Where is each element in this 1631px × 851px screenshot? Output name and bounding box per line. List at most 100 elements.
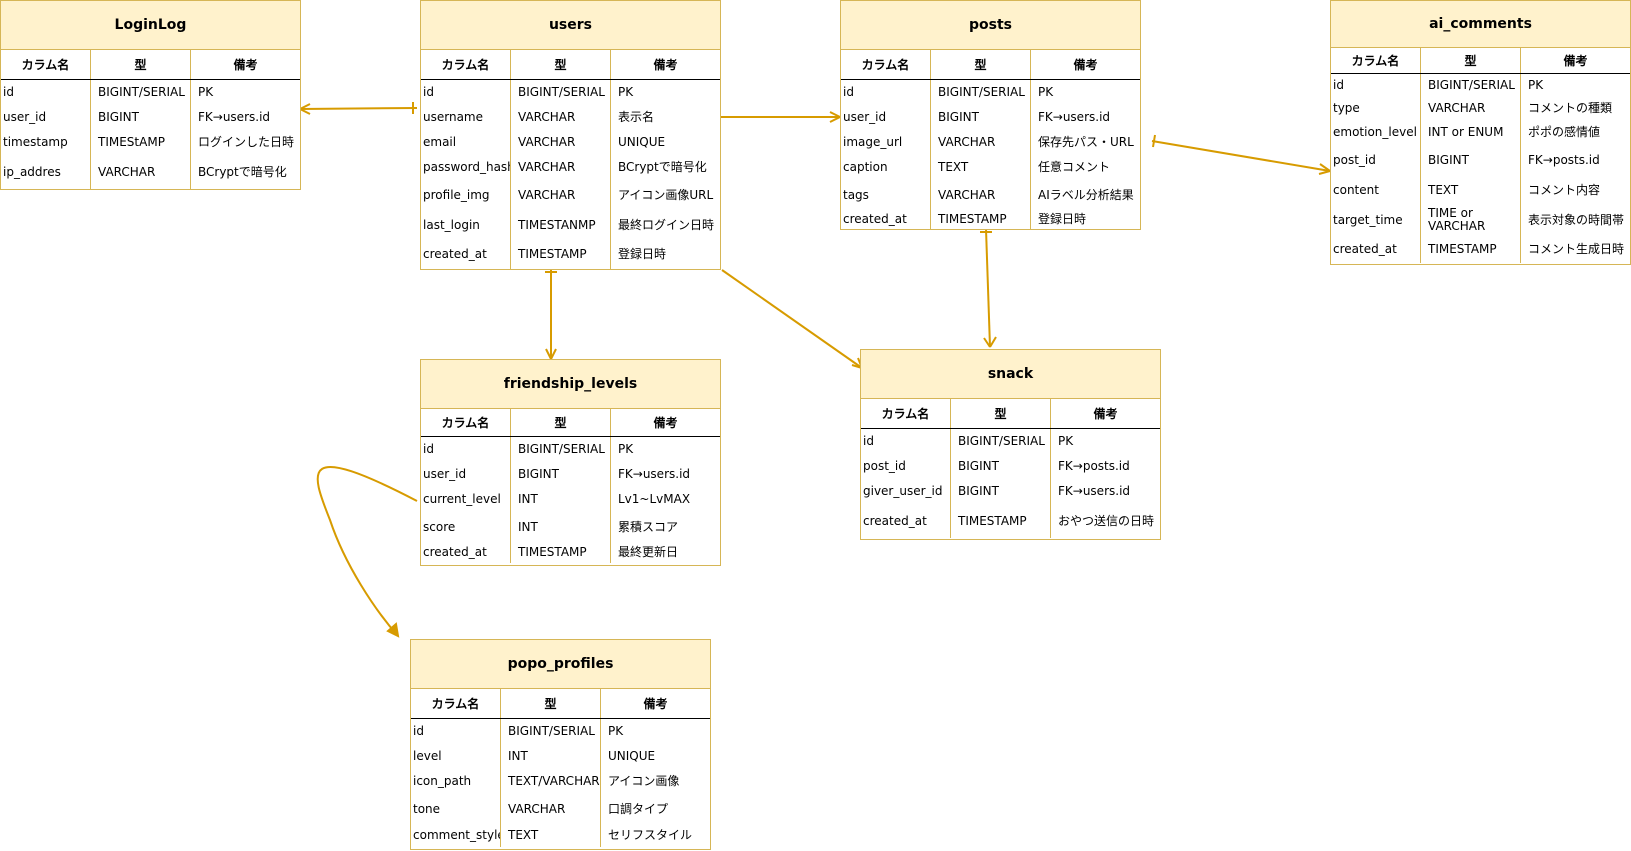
table-row: created_at TIMESTAMP 最終更新日: [421, 542, 720, 563]
table-users[interactable]: users カラム名 型 備考 id BIGINT/SERIAL PK usernam…: [420, 0, 721, 270]
column-name-cell: user_id: [1, 105, 91, 130]
table-row: profile_img VARCHAR アイコン画像URL: [421, 180, 720, 210]
column-name-cell: id: [841, 80, 931, 105]
column-note-cell: 表示名: [618, 110, 655, 124]
column-name-cell: tone: [411, 794, 501, 824]
column-type-cell: TIME or VARCHAR: [1421, 205, 1521, 235]
column-name-cell: level: [411, 744, 501, 769]
table-loginlog[interactable]: LoginLog カラム名 型 備考 id BIGINT/SERIAL PK user…: [0, 0, 301, 190]
column-name-cell: id: [861, 429, 951, 454]
table-header-row: カラム名 型 備考: [841, 50, 1140, 80]
edge-posts-snack: [985, 228, 991, 348]
column-note-cell: 最終ログイン日時: [618, 217, 715, 232]
column-name-cell: icon_path: [411, 769, 501, 794]
column-name-cell: target_time: [1331, 205, 1421, 235]
column-note-cell: BCryptで暗号化: [618, 160, 707, 174]
column-note-cell: アイコン画像: [608, 774, 680, 788]
edge-users-posts-crowfoot: [829, 111, 841, 123]
table-title: popo_profiles: [411, 640, 710, 689]
table-snack[interactable]: snack カラム名 型 備考 id BIGINT/SERIAL PK post_id…: [860, 349, 1161, 540]
column-note-cell: AIラベル分析結果: [1038, 187, 1134, 202]
column-note-cell: Lv1~LvMAX: [618, 492, 691, 506]
column-type-cell: TIMESTAMP: [511, 240, 611, 269]
table-friendship-levels[interactable]: friendship_levels カラム名 型 備考 id BIGINT/SER…: [420, 359, 721, 566]
column-type-cell: BIGINT: [1421, 145, 1521, 175]
table-title: LoginLog: [1, 1, 300, 50]
table-row: image_url VARCHAR 保存先パス・URL: [841, 130, 1140, 155]
column-name-cell: user_id: [841, 105, 931, 130]
table-row: created_at TIMESTAMP おやつ送信の日時: [861, 504, 1160, 538]
column-name-cell: id: [421, 437, 511, 462]
column-note-cell: UNIQUE: [608, 749, 656, 763]
column-name-cell: profile_img: [421, 180, 511, 210]
header-column-type: 型: [1421, 48, 1521, 73]
column-type-cell: BIGINT/SERIAL: [951, 429, 1051, 454]
table-posts[interactable]: posts カラム名 型 備考 id BIGINT/SERIAL PK user_id…: [840, 0, 1141, 230]
table-row: ip_addres VARCHAR BCryptで暗号化: [1, 155, 300, 190]
table-body: id BIGINT/SERIAL PK level INT UNIQUE icon_path…: [411, 719, 710, 847]
column-note-cell: おやつ送信の日時: [1058, 513, 1155, 528]
column-type-cell: VARCHAR: [511, 130, 611, 155]
table-row: current_level INT Lv1~LvMAX: [421, 487, 720, 512]
header-column-type: 型: [511, 409, 611, 436]
column-name-cell: id: [421, 80, 511, 105]
table-row: level INT UNIQUE: [411, 744, 710, 769]
column-type-cell: TIMEStAMP: [91, 130, 191, 155]
column-note-cell: PK: [1058, 434, 1074, 448]
header-column-note: 備考: [1093, 407, 1118, 421]
table-row: tone VARCHAR 口調タイプ: [411, 794, 710, 824]
column-type-cell: BIGINT/SERIAL: [511, 437, 611, 462]
header-column-type: 型: [931, 50, 1031, 79]
column-name-cell: id: [411, 719, 501, 744]
table-row: user_id BIGINT FK→users.id: [841, 105, 1140, 130]
header-column-note: 備考: [653, 416, 678, 430]
column-note-cell: 登録日時: [1038, 212, 1087, 226]
table-row: created_at TIMESTAMP コメント生成日時: [1331, 235, 1630, 263]
column-name-cell: username: [421, 105, 511, 130]
column-note-cell: ポポの感情値: [1528, 125, 1601, 139]
column-name-cell: id: [1331, 74, 1421, 97]
edge-users-loginlog: [299, 107, 418, 110]
column-type-cell: BIGINT: [931, 105, 1031, 130]
table-row: id BIGINT/SERIAL PK: [411, 719, 710, 744]
column-note-cell: コメントの種類: [1528, 101, 1613, 115]
column-note-cell: PK: [608, 724, 624, 738]
table-body: id BIGINT/SERIAL PK user_id BIGINT FK→users.i…: [1, 80, 300, 190]
table-row: id BIGINT/SERIAL PK: [1, 80, 300, 105]
column-note-cell: 表示対象の時間帯: [1528, 212, 1625, 227]
table-row: giver_user_id BIGINT FK→users.id: [861, 479, 1160, 504]
column-name-cell: created_at: [861, 504, 951, 538]
column-name-cell: user_id: [421, 462, 511, 487]
table-title: snack: [861, 350, 1160, 399]
header-column-note: 備考: [643, 697, 668, 711]
table-popo-profiles[interactable]: popo_profiles カラム名 型 備考 id BIGINT/SERIAL P…: [410, 639, 711, 850]
column-type-cell: TEXT: [1421, 175, 1521, 205]
column-name-cell: created_at: [1331, 235, 1421, 263]
table-row: id BIGINT/SERIAL PK: [421, 437, 720, 462]
column-type-cell: TIMESTAMP: [511, 542, 611, 563]
column-name-cell: created_at: [421, 542, 511, 563]
table-row: post_id BIGINT FK→posts.id: [861, 454, 1160, 479]
column-note-cell: FK→users.id: [618, 467, 691, 481]
column-name-cell: current_level: [421, 487, 511, 512]
column-name-cell: created_at: [421, 240, 511, 269]
er-diagram-canvas: LoginLog カラム名 型 備考 id BIGINT/SERIAL PK user…: [0, 0, 1631, 851]
table-header-row: カラム名 型 備考: [861, 399, 1160, 429]
column-type-cell: BIGINT/SERIAL: [501, 719, 601, 744]
column-type-cell: TEXT/VARCHAR: [501, 769, 601, 794]
table-title: ai_comments: [1331, 1, 1630, 48]
table-title: posts: [841, 1, 1140, 50]
column-type-cell: BIGINT: [511, 462, 611, 487]
table-row: timestamp TIMEStAMP ログインした日時: [1, 130, 300, 155]
table-title: friendship_levels: [421, 360, 720, 409]
table-row: score INT 累積スコア: [421, 512, 720, 542]
column-note-cell: 登録日時: [618, 247, 667, 261]
column-note-cell: PK: [618, 85, 634, 99]
column-note-cell: FK→posts.id: [1058, 459, 1130, 473]
column-type-cell: VARCHAR: [501, 794, 601, 824]
table-ai-comments[interactable]: ai_comments カラム名 型 備考 id BIGINT/SERIAL PK t…: [1330, 0, 1631, 265]
column-note-cell: 任意コメント: [1038, 160, 1111, 174]
column-name-cell: ip_addres: [1, 155, 91, 190]
table-row: created_at TIMESTAMP 登録日時: [421, 240, 720, 269]
column-name-cell: email: [421, 130, 511, 155]
